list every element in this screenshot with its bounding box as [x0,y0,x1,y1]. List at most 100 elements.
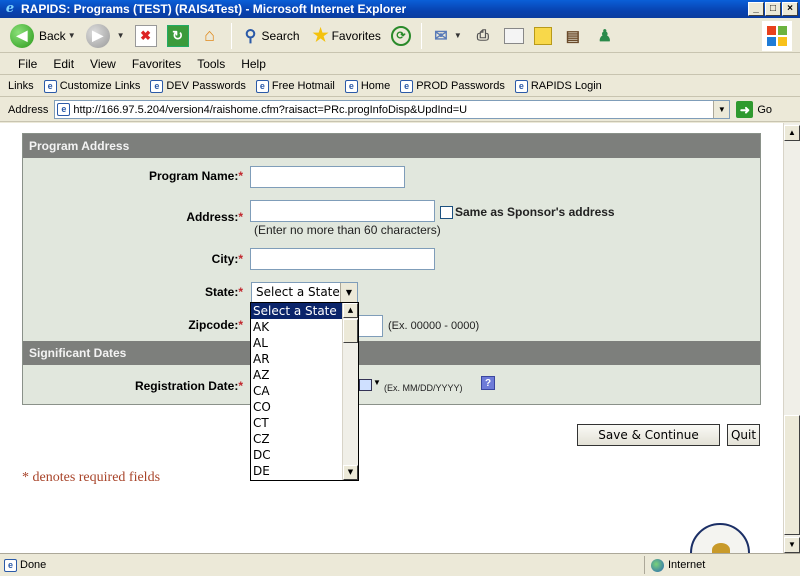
edit-page-icon [503,27,524,44]
home-button[interactable]: ⌂ [195,22,225,50]
discuss-button[interactable] [530,22,556,50]
toolbar-separator-2 [420,22,422,49]
maximize-button[interactable]: □ [765,2,781,16]
calendar-icon[interactable] [359,379,372,391]
save-continue-button[interactable]: Save & Continue [577,424,720,446]
close-button[interactable]: × [782,2,798,16]
minimize-button[interactable]: _ [748,2,764,16]
address-input[interactable]: e http://166.97.5.204/version4/raishome.… [54,100,731,119]
state-option[interactable]: AR [251,351,342,367]
link-dev-passwords[interactable]: e DEV Passwords [150,79,246,93]
label-text: Address: [186,210,239,224]
history-icon: ⟳ [390,25,411,46]
link-rapids-login[interactable]: e RAPIDS Login [514,79,602,93]
required-marker: * [238,318,243,332]
state-dropdown-list[interactable]: Select a State AK AL AR AZ CA CO CT CZ D… [250,302,359,481]
address-input[interactable] [250,200,435,222]
research-books-icon: ▤ [565,27,580,45]
security-zone: Internet [645,558,705,572]
refresh-button[interactable]: ↻ [163,22,193,50]
dropdown-scrollbar[interactable]: ▲ ▼ [342,303,358,480]
toolbar-separator [230,22,232,49]
eagle-emblem-icon [712,543,730,553]
title-bar: e RAPIDS: Programs (TEST) (RAIS4Test) - … [0,0,800,18]
menu-bar: File Edit View Favorites Tools Help [0,54,800,75]
go-label: Go [757,103,773,116]
refresh-icon: ↻ [166,24,189,47]
zipcode-label: Zipcode:* [23,318,243,332]
zipcode-hint: (Ex. 00000 - 0000) [388,320,480,332]
search-button[interactable]: ⚲ Search [236,22,304,50]
section-heading-significant-dates: Significant Dates [23,341,760,365]
favorites-label: Favorites [331,28,381,43]
page-icon: e [514,79,528,93]
mail-button[interactable]: ✉ ▼ [426,22,466,50]
internet-globe-icon [651,558,664,572]
menu-tools[interactable]: Tools [189,57,233,71]
registration-date-label: Registration Date:* [23,379,243,393]
page-icon: e [57,103,71,116]
label-text: Program Name: [148,169,239,183]
research-button[interactable]: ▤ [558,22,588,50]
dropdown-scroll-thumb[interactable] [343,319,358,343]
page-scroll-thumb[interactable] [784,415,800,535]
link-home[interactable]: e Home [344,79,391,93]
program-name-input[interactable] [250,166,405,188]
state-option[interactable]: AL [251,335,342,351]
edit-button[interactable] [500,22,528,50]
link-label: Home [360,80,391,92]
page-icon: e [400,79,414,93]
link-customize-links[interactable]: e Customize Links [43,79,140,93]
go-button[interactable]: ➜ Go [736,101,772,118]
back-button[interactable]: ◀ Back ▼ [6,22,80,50]
link-prod-passwords[interactable]: e PROD Passwords [400,79,505,93]
state-option[interactable]: CZ [251,431,342,447]
menu-edit[interactable]: Edit [45,57,82,71]
menu-help[interactable]: Help [233,57,274,71]
favorites-star-icon: ★ [312,25,329,45]
page-icon: e [344,79,358,93]
state-option[interactable]: AK [251,319,342,335]
city-label: City:* [23,252,243,266]
state-option[interactable]: DC [251,447,342,463]
link-free-hotmail[interactable]: e Free Hotmail [255,79,335,93]
help-icon[interactable]: ? [481,376,495,390]
scroll-up-icon[interactable]: ▲ [343,303,358,318]
state-option[interactable]: AZ [251,367,342,383]
forward-button[interactable]: ▶ ▼ [82,22,129,50]
forward-dropdown-icon: ▼ [116,31,125,40]
menu-file[interactable]: File [10,57,45,71]
calendar-dropdown-icon[interactable]: ▼ [373,378,381,387]
program-address-form: Program Address Program Name:* Address:*… [22,133,761,405]
status-bar: e Done Internet [0,553,800,576]
favorites-button[interactable]: ★ Favorites [306,22,385,50]
stop-icon: ✖ [134,24,157,47]
city-input[interactable] [250,248,435,270]
state-select[interactable]: Select a State ▼ [251,282,358,303]
mail-icon: ✉ [434,27,448,45]
stop-button[interactable]: ✖ [131,22,161,50]
state-option[interactable]: DE [251,463,342,479]
history-button[interactable]: ⟳ [387,22,415,50]
print-button[interactable]: ⎙ [468,22,498,50]
address-dropdown-icon[interactable]: ▼ [713,101,730,118]
required-marker: * [238,210,243,224]
same-as-sponsor-checkbox[interactable] [440,206,453,219]
page-scrollbar[interactable]: ▲ ▼ [783,123,800,553]
menu-favorites[interactable]: Favorites [124,57,189,71]
scroll-up-icon[interactable]: ▲ [784,125,800,141]
back-arrow-icon: ◀ [10,23,34,48]
links-bar: Links e Customize Links e DEV Passwords eF… [0,76,800,97]
scroll-down-icon[interactable]: ▼ [784,537,800,553]
menu-view[interactable]: View [82,57,124,71]
state-option[interactable]: CO [251,399,342,415]
state-option[interactable]: CA [251,383,342,399]
label-text: State: [204,285,239,299]
scroll-down-icon[interactable]: ▼ [343,465,358,480]
status-done: e Done [0,556,645,574]
link-label: Free Hotmail [271,80,335,92]
messenger-button[interactable]: ♟ [590,22,620,50]
state-option[interactable]: Select a State [251,303,342,319]
state-option[interactable]: CT [251,415,342,431]
quit-button[interactable]: Quit [727,424,760,446]
